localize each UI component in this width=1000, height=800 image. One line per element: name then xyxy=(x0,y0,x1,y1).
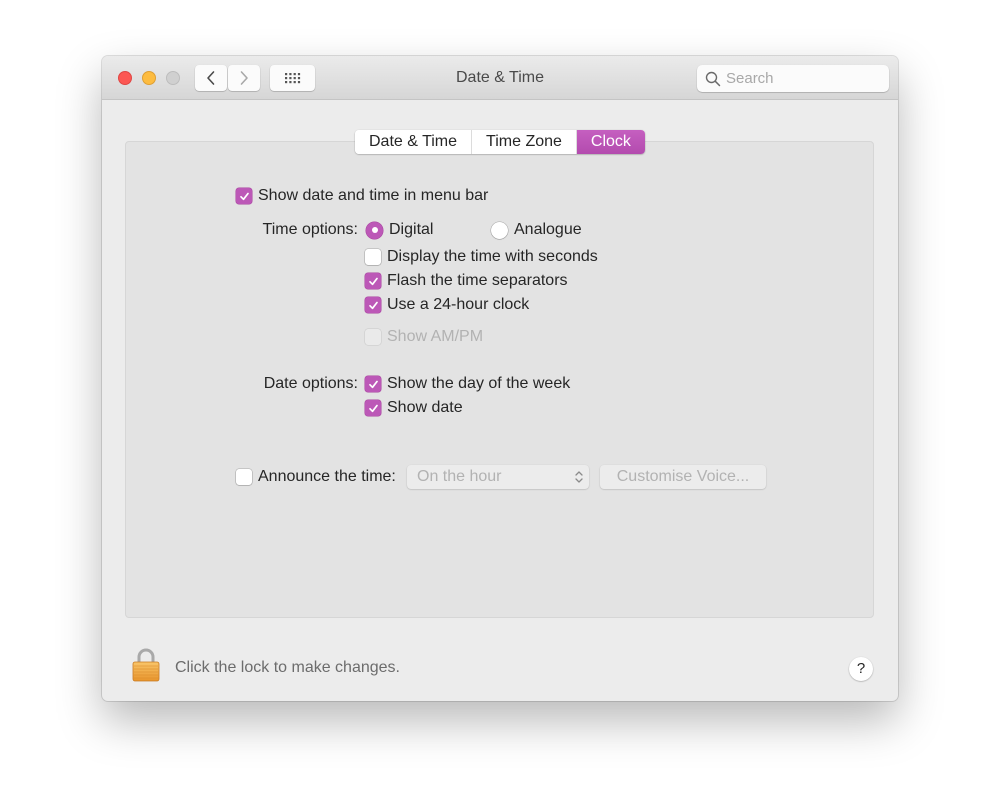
use-24-hour-row[interactable]: Use a 24-hour clock xyxy=(365,296,529,314)
use-24-hour-checkbox[interactable] xyxy=(365,297,381,313)
tab-time-zone[interactable]: Time Zone xyxy=(472,130,577,154)
date-options-label: Date options: xyxy=(263,375,358,392)
show-am-pm-label: Show AM/PM xyxy=(387,328,484,345)
checkmark-icon xyxy=(239,192,249,200)
flash-separators-label: Flash the time separators xyxy=(387,272,568,289)
digital-label: Digital xyxy=(389,221,434,238)
checkmark-icon xyxy=(368,404,378,412)
announce-interval-select: On the hour xyxy=(407,465,589,489)
show-day-of-week-checkbox[interactable] xyxy=(365,376,381,392)
show-day-of-week-row[interactable]: Show the day of the week xyxy=(365,375,570,393)
checkmark-icon xyxy=(368,301,378,309)
search-icon xyxy=(705,71,721,86)
up-down-arrows-icon xyxy=(575,471,583,483)
show-am-pm-checkbox xyxy=(365,329,381,345)
padlock-icon[interactable] xyxy=(131,648,161,682)
flash-separators-row[interactable]: Flash the time separators xyxy=(365,272,568,290)
time-options-label: Time options: xyxy=(262,221,358,238)
tab-bar: Date & Time Time Zone Clock xyxy=(355,130,645,154)
flash-separators-checkbox[interactable] xyxy=(365,273,381,289)
checkmark-icon xyxy=(368,380,378,388)
help-button[interactable]: ? xyxy=(849,657,873,681)
digital-radio[interactable] xyxy=(366,221,383,239)
tab-date-time[interactable]: Date & Time xyxy=(355,130,473,154)
announce-time-checkbox[interactable] xyxy=(236,469,252,485)
show-date-checkbox[interactable] xyxy=(365,400,381,416)
show-date-row[interactable]: Show date xyxy=(365,399,463,417)
use-24-hour-label: Use a 24-hour clock xyxy=(387,296,530,313)
show-am-pm-row: Show AM/PM xyxy=(365,328,483,346)
display-seconds-checkbox[interactable] xyxy=(365,249,381,265)
analogue-radio-row[interactable]: Analogue xyxy=(491,221,582,239)
preferences-window: Date & Time Date & Time Time Zone Clock … xyxy=(102,56,898,701)
show-day-of-week-label: Show the day of the week xyxy=(387,375,571,392)
announce-time-label: Announce the time: xyxy=(258,468,396,485)
digital-radio-row[interactable]: Digital xyxy=(366,221,433,239)
search-input[interactable] xyxy=(726,70,876,87)
show-in-menu-bar-row[interactable]: Show date and time in menu bar xyxy=(236,187,488,205)
search-field[interactable] xyxy=(697,65,889,92)
show-in-menu-bar-label: Show date and time in menu bar xyxy=(258,187,489,204)
show-date-label: Show date xyxy=(387,399,463,416)
announce-time-row[interactable]: Announce the time: xyxy=(236,468,396,486)
title-bar: Date & Time xyxy=(102,56,898,100)
analogue-label: Analogue xyxy=(514,221,582,238)
show-in-menu-bar-checkbox[interactable] xyxy=(236,188,252,204)
display-seconds-row[interactable]: Display the time with seconds xyxy=(365,248,598,266)
tab-clock[interactable]: Clock xyxy=(576,130,645,154)
checkmark-icon xyxy=(368,277,378,285)
analogue-radio[interactable] xyxy=(491,221,508,239)
display-seconds-label: Display the time with seconds xyxy=(387,248,598,265)
lock-message: Click the lock to make changes. xyxy=(175,659,400,676)
customise-voice-button: Customise Voice... xyxy=(600,465,766,489)
announce-interval-value: On the hour xyxy=(417,468,502,485)
